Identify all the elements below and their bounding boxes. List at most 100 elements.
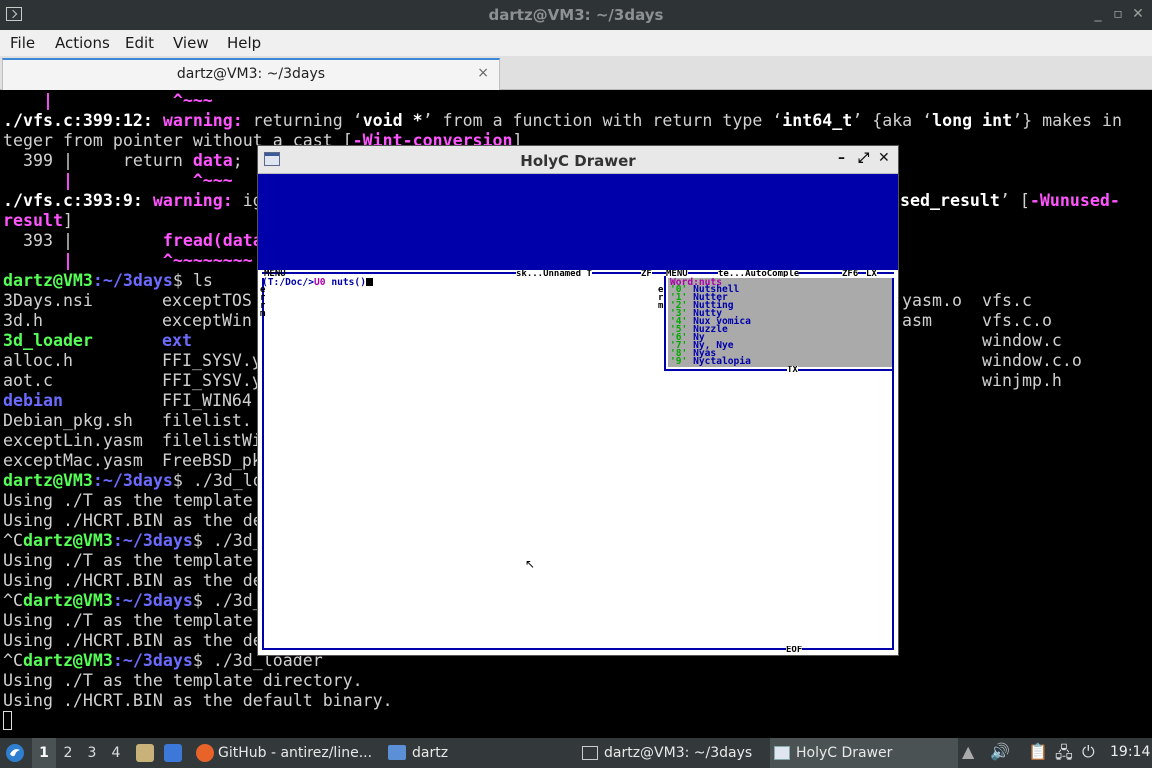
autocomplete-list: Word:nuts '0' Nutshell '1' Nutter '2' Nu…	[668, 278, 892, 367]
terminal-line: Using ./HCRT.BIN as the de	[3, 571, 263, 590]
workspace-1[interactable]: 1	[32, 738, 56, 768]
power-icon[interactable]: ⏻	[1082, 742, 1095, 762]
ls-row: alloc.h	[3, 351, 73, 370]
terminal-icon	[582, 746, 598, 760]
taskbar-terminal-label: dartz@VM3: ~/3days	[604, 745, 753, 761]
ls-row: filelistWi	[162, 431, 262, 450]
terminal-line: Using ./T as the template	[3, 491, 253, 510]
clipboard-icon[interactable]: 📋	[1028, 742, 1048, 761]
terminal-line: Using ./HCRT.BIN as the default binary.	[3, 691, 393, 710]
holyc-window-icon	[774, 746, 790, 760]
ls-row: filelist.	[162, 411, 252, 430]
doc-top-border	[262, 272, 664, 274]
terminal-line: sed_result’ [-Wunused-	[900, 191, 1120, 210]
terminal-window-title: dartz@VM3: ~/3days	[488, 6, 664, 24]
desktop-launcher-icon[interactable]	[164, 744, 182, 762]
ls-row: window.c.o	[982, 351, 1082, 370]
mouse-pointer-icon: ↖	[525, 557, 536, 571]
terminal-tab[interactable]: dartz@VM3: ~/3days ×	[2, 58, 500, 90]
terminal-titlebar[interactable]: dartz@VM3: ~/3days _ ▫ ✕	[0, 0, 1152, 30]
terminal-prompt-line: ^Cdartz@VM3:~/3days$ ./3d_	[3, 531, 263, 550]
taskbar-window-browser[interactable]: GitHub - antirez/line...	[194, 738, 372, 768]
menu-help[interactable]: Help	[227, 34, 261, 52]
tos-command-line[interactable]: (T:/Doc/>U0 nuts()	[262, 277, 373, 288]
terminal-line: Using ./T as the template directory.	[3, 671, 363, 690]
start-menu-icon[interactable]	[5, 743, 25, 763]
terminal-line: Using ./T as the template	[3, 551, 253, 570]
ls-row: exceptWin	[162, 311, 252, 330]
terminal-tab-label: dartz@VM3: ~/3days	[176, 66, 326, 82]
terminal-prompt-line: dartz@VM3:~/3days$ ls	[3, 271, 213, 290]
taskbar-browser-label: GitHub - antirez/line...	[218, 745, 373, 761]
close-icon[interactable]: ✕	[1130, 6, 1146, 22]
workspace-2[interactable]: 2	[56, 738, 80, 768]
close-icon[interactable]: ✕	[878, 150, 890, 166]
firefox-icon	[196, 744, 214, 762]
minimize-icon[interactable]: _	[1090, 6, 1106, 22]
terminal-line: | ^~~~~~~~~	[3, 251, 253, 270]
ls-row: asm	[902, 311, 932, 330]
ls-row: winjmp.h	[982, 371, 1062, 390]
terminal-line: 399 | return data;	[3, 151, 243, 170]
clock[interactable]: 19:14	[1110, 744, 1150, 760]
terminal-line: result]	[3, 211, 73, 230]
ls-row: 3d_loader	[3, 331, 93, 350]
terminal-prompt-line: dartz@VM3:~/3days$ ./3d_lo	[3, 471, 263, 490]
terminal-line: | ^~~~	[3, 171, 233, 190]
autocomplete-item[interactable]: '9' Nyctalopia	[670, 357, 751, 367]
doc-title: sk...Unnamed T	[516, 270, 592, 278]
menu-actions[interactable]: Actions	[55, 34, 110, 52]
doc-title-flags: ZF	[641, 270, 652, 278]
restore-icon[interactable]: ▫	[1110, 6, 1126, 22]
terminal-line: Using ./HCRT.BIN as the de	[3, 631, 263, 650]
ls-row: Debian_pkg.sh	[3, 411, 133, 430]
workspace-4[interactable]: 4	[104, 738, 128, 768]
taskbar-holyc-label: HolyC Drawer	[796, 745, 893, 761]
ls-row: aot.c	[3, 371, 53, 390]
network-icon[interactable]: 🖧	[1055, 742, 1073, 768]
volume-icon[interactable]: 🔊	[990, 742, 1010, 761]
ls-row: exceptTOS	[162, 291, 252, 310]
tos-screen[interactable]: MENU sk...Unnamed T ZF MENU te...AutoCom…	[258, 270, 898, 655]
ac-side-marks: e r m	[658, 285, 664, 311]
holyc-window-title: HolyC Drawer	[520, 152, 636, 170]
minimize-icon[interactable]: –	[838, 150, 845, 166]
taskbar-window-holyc[interactable]: HolyC Drawer	[770, 738, 958, 768]
folder-icon	[388, 745, 406, 760]
maximize-icon[interactable]: ⤢	[858, 150, 869, 166]
holyc-window[interactable]: HolyC Drawer – ⤢ ✕ MENU sk...Unnamed T Z…	[257, 145, 899, 656]
tab-close-icon[interactable]: ×	[477, 65, 489, 81]
workspace-3[interactable]: 3	[80, 738, 104, 768]
ls-row: window.c	[982, 331, 1062, 350]
ls-row: FFI_SYSV.y	[162, 351, 262, 370]
ls-row: FFI_WIN64	[162, 391, 252, 410]
file-manager-launcher-icon[interactable]	[136, 744, 154, 762]
ls-row: ext	[162, 331, 192, 350]
tos-blue-region	[258, 174, 898, 270]
ls-row: yasm.o	[902, 291, 962, 310]
menu-edit[interactable]: Edit	[125, 34, 154, 52]
ls-row: 3d.h	[3, 311, 43, 330]
ls-row: vfs.c.o	[982, 311, 1052, 330]
terminal-line: 393 | fread(data	[3, 231, 263, 250]
ls-row: exceptLin.yasm	[3, 431, 143, 450]
taskbar-window-files[interactable]: dartz	[386, 738, 448, 768]
menu-view[interactable]: View	[173, 34, 209, 52]
ls-row: FreeBSD_pk	[162, 451, 262, 470]
eof-label: EOF	[786, 646, 803, 654]
tos-cursor	[365, 278, 373, 286]
ls-row: exceptMac.yasm	[3, 451, 143, 470]
menu-file[interactable]: File	[10, 34, 35, 52]
taskbar-window-terminal[interactable]: dartz@VM3: ~/3days	[578, 738, 766, 768]
doc-left-border	[262, 278, 264, 650]
terminal-cursor	[3, 711, 12, 730]
ac-tx-label: TX	[787, 366, 798, 374]
holyc-titlebar[interactable]: HolyC Drawer – ⤢ ✕	[258, 146, 898, 174]
terminal-line: ./vfs.c:393:9: warning: ig	[3, 191, 263, 210]
terminal-line: ./vfs.c:399:12: warning: returning ‘void…	[3, 111, 1123, 130]
terminal-tabbar: dartz@VM3: ~/3days ×	[0, 56, 1152, 90]
terminal-line: | ^~~~	[3, 91, 213, 110]
terminal-prompt-line: ^Cdartz@VM3:~/3days$ ./3d_	[3, 591, 263, 610]
ls-row: 3Days.nsi	[3, 291, 93, 310]
tray-up-icon[interactable]: ▲	[962, 742, 974, 761]
